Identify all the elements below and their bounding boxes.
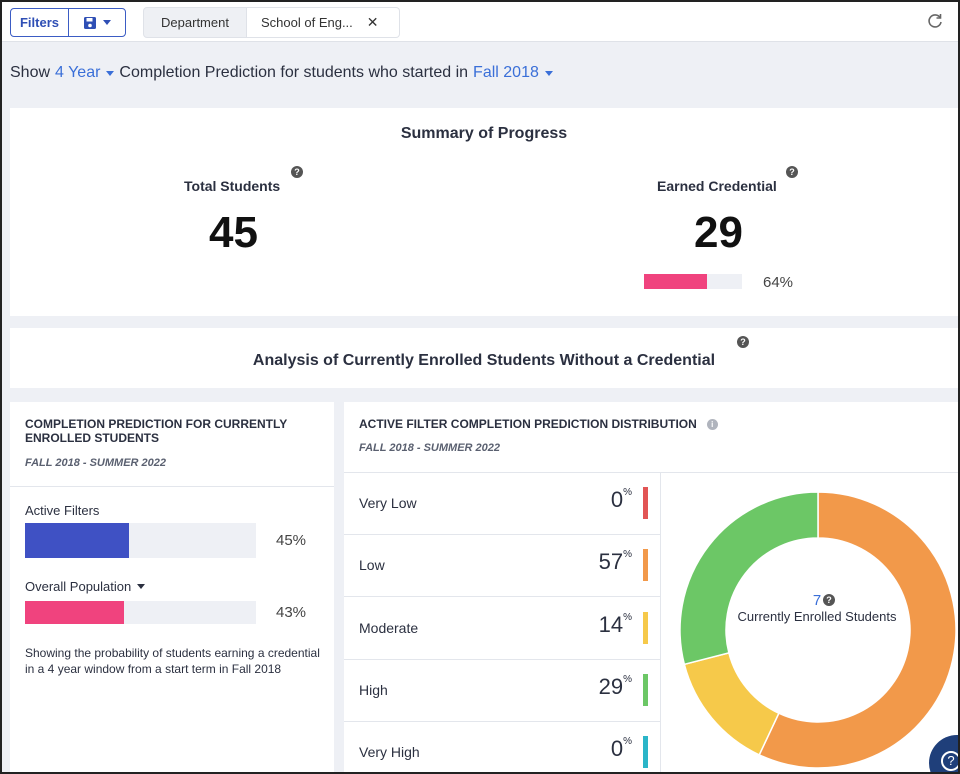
active-filters-label: Active Filters (25, 503, 99, 518)
summary-title: Summary of Progress (400, 125, 568, 142)
category-color-strip (643, 674, 648, 706)
overall-population-bar (25, 601, 256, 624)
headline-middle: Completion Prediction for students who s… (119, 64, 469, 81)
category-name: Moderate (359, 620, 419, 636)
category-name: High (359, 682, 388, 698)
headline-prefix: Show (10, 64, 51, 81)
category-row: Very High 0% (344, 722, 660, 772)
active-filters-text: Active Filters (25, 503, 100, 518)
earned-credential-label: Earned Credential (657, 178, 777, 194)
filter-button-group: Filters (10, 8, 126, 37)
category-percent: 29% (598, 673, 632, 699)
total-students-value: 45 (209, 208, 258, 257)
panel-subtitle: FALL 2018 - SUMMER 2022 (25, 457, 167, 469)
completion-prediction-panel: COMPLETION PREDICTION FOR CURRENTLY ENRO… (10, 402, 334, 772)
save-dropdown-button[interactable] (69, 9, 125, 36)
top-toolbar: Filters Department School of Eng... ✕ (2, 2, 958, 42)
category-color-strip (643, 612, 648, 644)
divider (10, 486, 334, 487)
category-row: Moderate 14% (344, 598, 660, 660)
active-filters-bar-fill (25, 523, 129, 558)
summary-card: Summary of Progress Total Students ? 45 … (10, 108, 958, 316)
chevron-down-icon (103, 20, 111, 25)
distribution-subtitle: FALL 2018 - SUMMER 2022 (359, 442, 501, 454)
category-percent: 0% (610, 486, 632, 512)
department-filter-chip[interactable]: Department (143, 7, 247, 38)
donut-slice-moderate[interactable] (683, 651, 780, 756)
duration-value: 4 Year (55, 64, 101, 81)
category-name: Very High (359, 744, 420, 760)
active-filters-percent: 45% (276, 532, 307, 549)
info-icon[interactable]: i (706, 418, 718, 430)
school-filter-value: School of Eng... (261, 15, 353, 30)
page-headline: Show 4 Year Completion Prediction for st… (10, 64, 553, 82)
app-frame: Filters Department School of Eng... ✕ Sh… (0, 0, 960, 774)
distribution-title: ACTIVE FILTER COMPLETION PREDICTION DIST… (359, 417, 718, 431)
earned-credential-value: 29 (694, 208, 743, 257)
distribution-title-text: ACTIVE FILTER COMPLETION PREDICTION DIST… (359, 417, 697, 431)
completion-donut-chart (680, 492, 956, 768)
category-name: Low (359, 557, 385, 573)
overall-population-text: Overall Population (25, 579, 132, 594)
analysis-banner: Analysis of Currently Enrolled Students … (10, 328, 958, 388)
overall-population-select[interactable]: Overall Population (25, 579, 146, 594)
category-row: Very Low 0% (344, 473, 660, 535)
chevron-down-icon (137, 584, 146, 589)
category-color-strip (643, 549, 648, 581)
filters-button[interactable]: Filters (11, 9, 69, 36)
panel-description: Showing the probability of students earn… (25, 646, 320, 676)
help-icon: ? (941, 751, 958, 771)
divider (660, 472, 661, 772)
duration-select[interactable]: 4 Year (55, 64, 115, 82)
close-icon[interactable]: ✕ (367, 14, 379, 31)
category-percent: 14% (598, 611, 632, 637)
category-percent: 57% (598, 548, 632, 574)
chevron-down-icon (544, 70, 553, 76)
category-percent: 0% (610, 735, 632, 761)
save-icon (84, 16, 96, 29)
help-icon[interactable]: ? (737, 336, 749, 348)
category-row: High 29% (344, 660, 660, 722)
earned-credential-progress (644, 274, 742, 289)
term-value: Fall 2018 (473, 64, 539, 81)
enrolled-label: Currently Enrolled Students (737, 609, 897, 624)
analysis-title: Analysis of Currently Enrolled Students … (252, 352, 716, 369)
help-icon[interactable]: ? (291, 166, 303, 178)
category-color-strip (643, 736, 648, 768)
overall-population-percent: 43% (276, 604, 307, 621)
donut-slice-high[interactable] (680, 492, 819, 666)
total-students-label: Total Students (184, 178, 281, 194)
active-filters-bar (25, 523, 256, 558)
term-select[interactable]: Fall 2018 (473, 64, 553, 82)
refresh-icon[interactable] (926, 12, 944, 30)
category-color-strip (643, 487, 648, 519)
help-icon[interactable]: ? (786, 166, 798, 178)
chevron-down-icon (106, 70, 115, 76)
enrolled-count[interactable]: 7 (722, 592, 912, 609)
earned-credential-progress-fill (644, 274, 707, 289)
category-row: Low 57% (344, 535, 660, 597)
donut-center: 7 Currently Enrolled Students (722, 592, 912, 624)
school-filter-chip[interactable]: School of Eng... ✕ (247, 7, 400, 38)
panel-title: COMPLETION PREDICTION FOR CURRENTLY ENRO… (25, 417, 288, 445)
earned-credential-percent: 64% (763, 274, 794, 291)
category-name: Very Low (359, 495, 417, 511)
overall-population-bar-fill (25, 601, 125, 624)
